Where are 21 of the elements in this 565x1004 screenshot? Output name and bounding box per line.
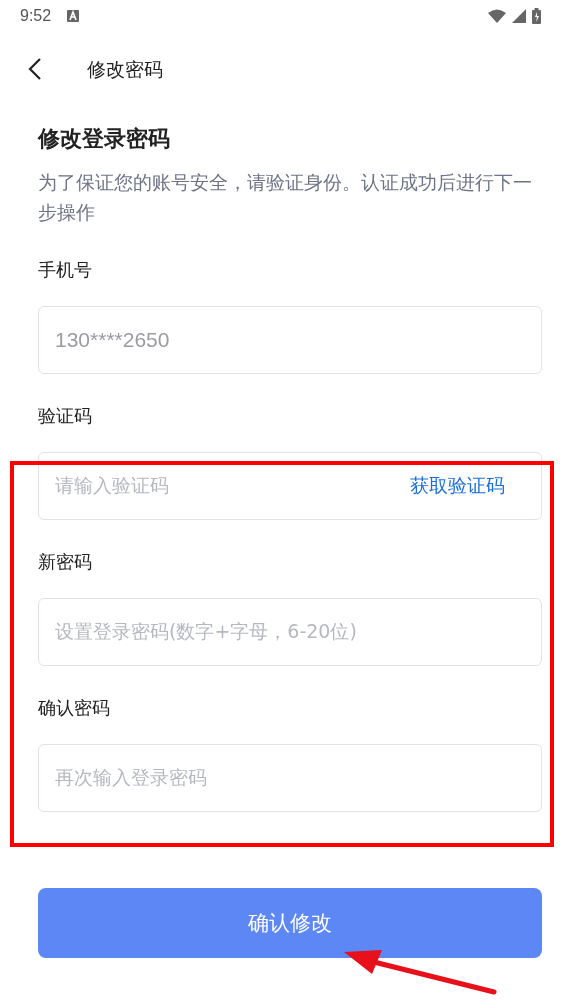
field-label: 确认密码 [38, 696, 111, 720]
placeholder-text: 再次输入登录密码 [55, 765, 208, 790]
field-label: 手机号 [38, 258, 93, 282]
field-value: 130****2650 [55, 328, 171, 352]
section-title: 修改登录密码 [38, 125, 171, 153]
page-title: 修改密码 [87, 57, 163, 82]
input-field[interactable]: 设置登录密码(数字+字母，6-20位) [38, 598, 542, 666]
wifi-icon [488, 9, 506, 23]
signal-icon [512, 9, 526, 23]
placeholder-text: 请输入验证码 [55, 473, 170, 498]
input-field[interactable]: 再次输入登录密码 [38, 744, 542, 812]
get-code-link[interactable]: 获取验证码 [410, 473, 525, 499]
section-description: 为了保证您的账号安全，请验证身份。认证成功后进行下一步操作 [38, 171, 533, 225]
notification-icon [67, 10, 80, 22]
confirm-button[interactable]: 确认修改 [38, 888, 542, 958]
field-label: 新密码 [38, 550, 93, 574]
placeholder-text: 设置登录密码(数字+字母，6-20位) [55, 619, 358, 644]
battery-icon [532, 8, 541, 24]
status-time: 9:52 [20, 7, 52, 25]
field-label: 验证码 [38, 404, 93, 428]
input-field[interactable]: 请输入验证码 获取验证码 [38, 452, 542, 520]
